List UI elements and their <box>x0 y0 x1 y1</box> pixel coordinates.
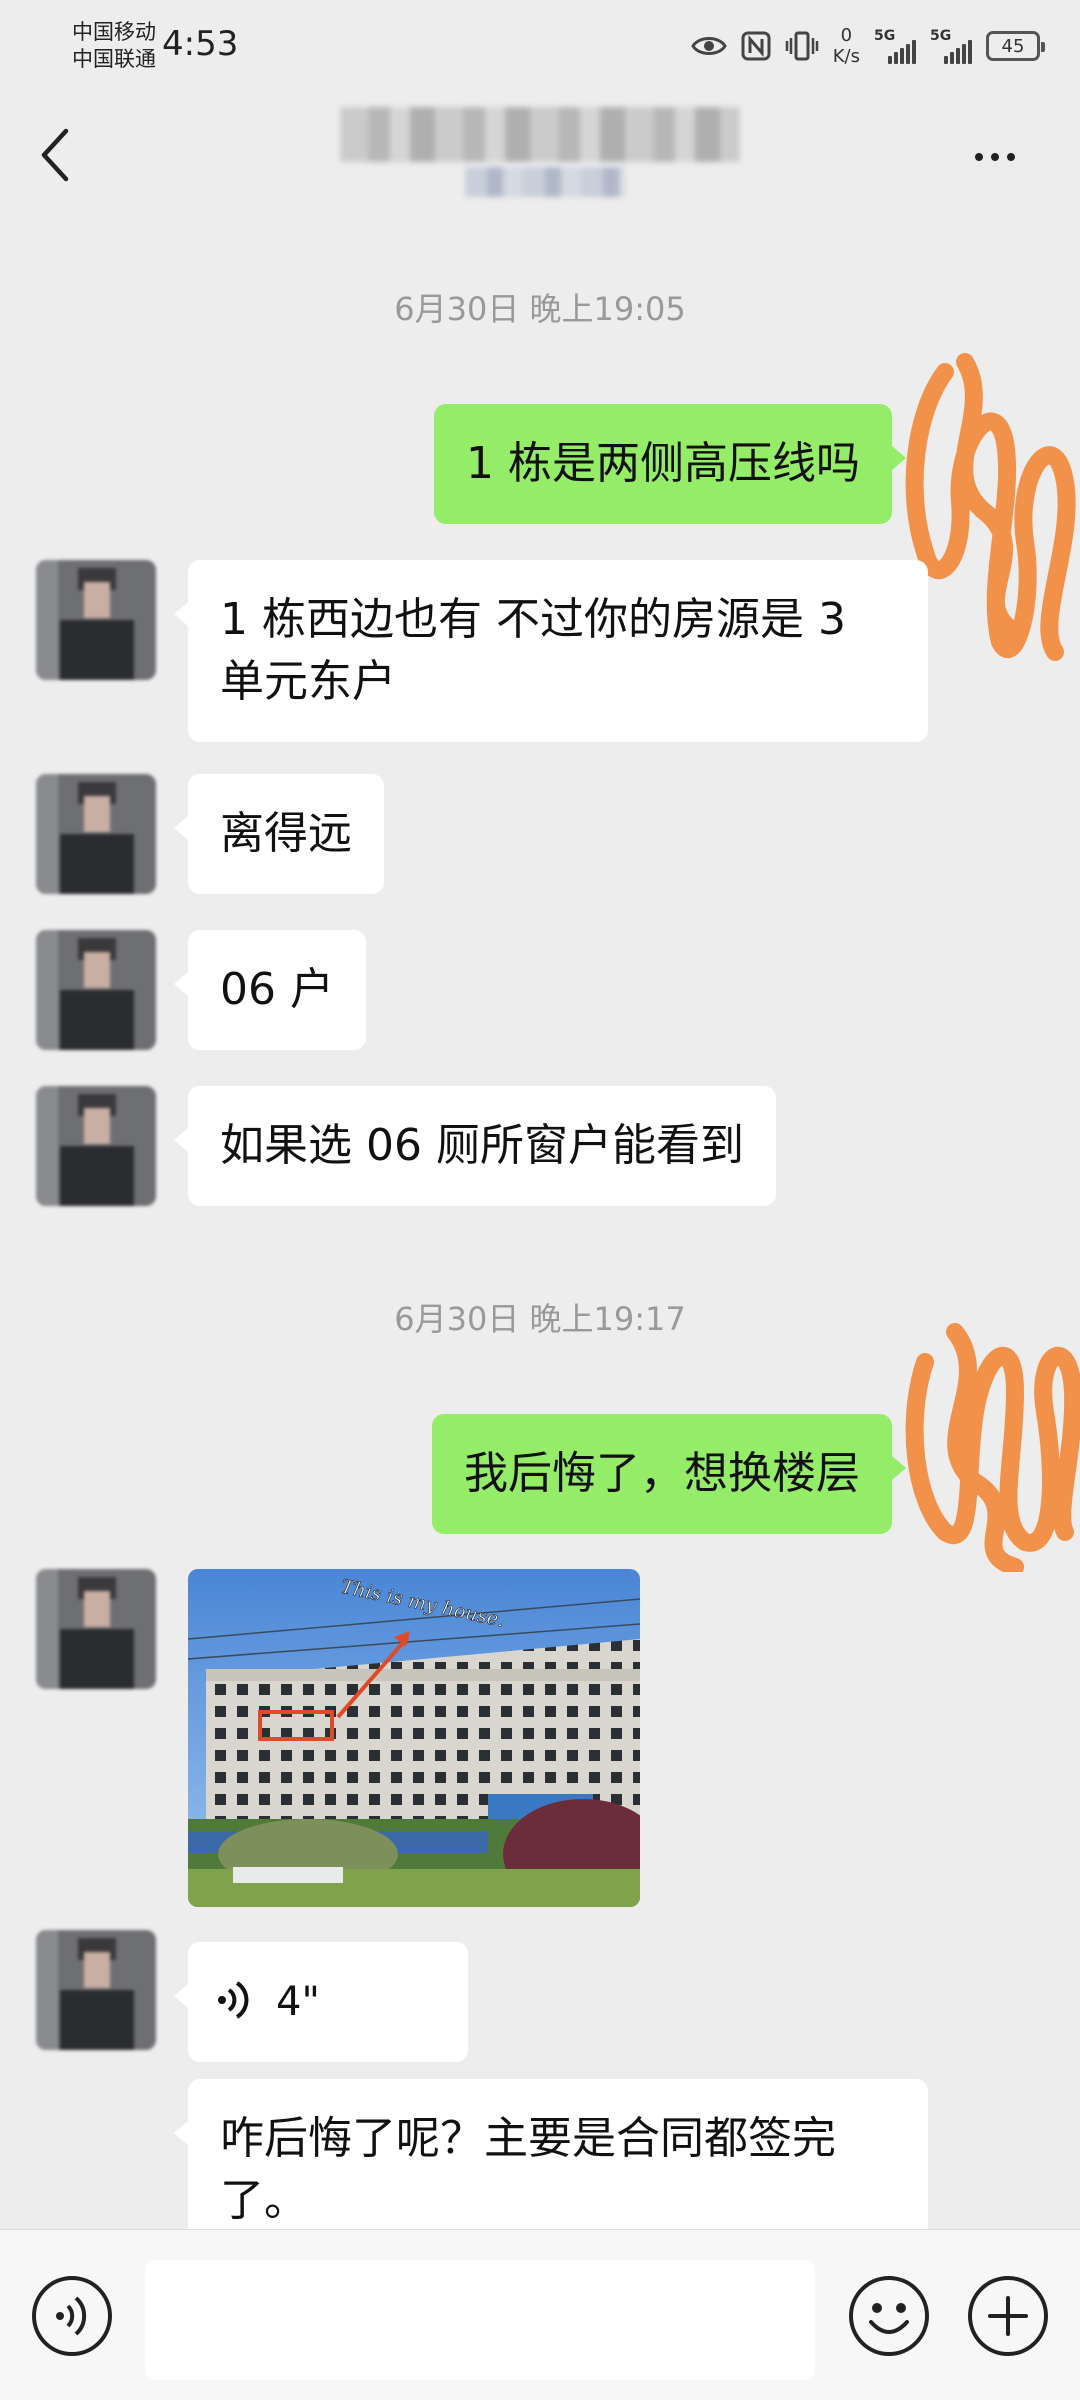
network-speed: 0 K/s <box>833 25 860 67</box>
chat-subtitle-blurred <box>465 167 625 197</box>
plus-icon <box>966 2276 1050 2362</box>
status-bar: 中国移动 中国联通 4:53 0 K/s 5G 5G 45 <box>0 0 1080 92</box>
signal-1-tag: 5G <box>874 28 896 44</box>
more-dots-icon <box>975 153 983 161</box>
emoji-button[interactable] <box>847 2274 931 2362</box>
timestamp: 6月30日 晚上19:05 <box>394 290 686 328</box>
more-button[interactable] <box>960 137 1030 177</box>
scribble-redaction <box>905 353 1076 661</box>
voice-wave-icon <box>216 1978 250 2026</box>
battery-icon: 45 <box>986 31 1045 61</box>
incoming-message[interactable]: 1 栋西边也有 不过你的房源是 3 单元东户 <box>174 560 928 742</box>
vibrate-icon <box>785 30 819 62</box>
net-speed-value: 0 <box>840 25 853 46</box>
signal-2-icon: 5G <box>930 28 972 64</box>
net-speed-unit: K/s <box>832 46 860 67</box>
avatar[interactable] <box>36 1086 156 1206</box>
outgoing-message[interactable]: 我后悔了，想换楼层 <box>432 1414 906 1534</box>
image-message[interactable]: This is my house. <box>188 1569 640 1907</box>
voice-duration: 4" <box>276 1979 320 2025</box>
carrier-names: 中国移动 中国联通 <box>72 19 156 73</box>
signal-2-tag: 5G <box>930 28 952 44</box>
emoji-icon <box>847 2276 931 2362</box>
nfc-icon <box>741 31 771 61</box>
incoming-message[interactable]: 06 户 <box>174 930 366 1050</box>
battery-level: 45 <box>1001 35 1025 57</box>
incoming-message[interactable]: 离得远 <box>174 774 384 894</box>
title-bar <box>0 92 1080 222</box>
incoming-message[interactable]: 咋后悔了呢？主要是合同都签完了。 <box>174 2079 928 2229</box>
status-time: 4:53 <box>162 24 239 64</box>
input-bar <box>0 2229 1080 2400</box>
avatar[interactable] <box>36 560 156 680</box>
avatar[interactable] <box>36 1930 156 2050</box>
eye-icon <box>690 34 727 58</box>
chat-message-list[interactable]: 6月30日 晚上19:05 1 栋是两侧高压线吗 1 栋西边也有 不过你的房源是… <box>0 222 1080 2229</box>
carrier-2: 中国联通 <box>72 47 156 71</box>
back-button[interactable] <box>40 122 90 192</box>
message-input[interactable] <box>145 2260 815 2380</box>
voice-mode-button[interactable] <box>30 2274 114 2362</box>
voice-mode-icon <box>30 2276 114 2362</box>
voice-message[interactable]: 4" <box>174 1942 468 2062</box>
chat-title-blurred <box>340 107 740 162</box>
outgoing-message[interactable]: 1 栋是两侧高压线吗 <box>434 404 906 524</box>
avatar[interactable] <box>36 1569 156 1689</box>
avatar[interactable] <box>36 774 156 894</box>
signal-1-icon: 5G <box>874 28 916 64</box>
chevron-left-icon <box>40 127 70 187</box>
incoming-message[interactable]: 如果选 06 厕所窗户能看到 <box>174 1086 776 1206</box>
carrier-1: 中国移动 <box>72 20 156 44</box>
avatar[interactable] <box>36 930 156 1050</box>
plus-button[interactable] <box>966 2274 1050 2362</box>
scribble-redaction <box>905 1323 1080 1572</box>
